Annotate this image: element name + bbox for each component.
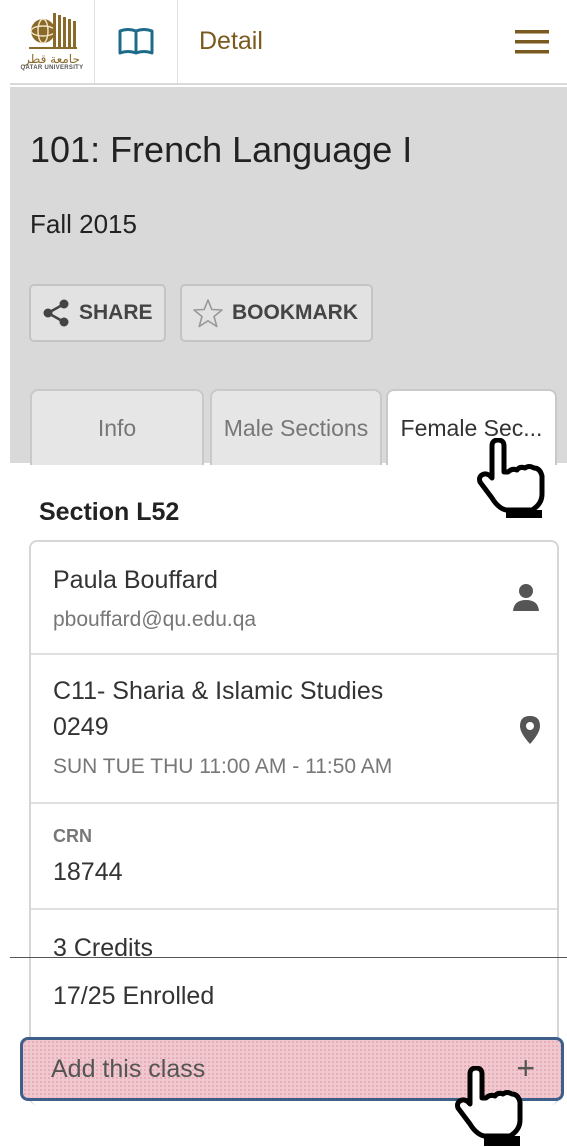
share-label: SHARE bbox=[79, 301, 153, 324]
tab-male-sections[interactable]: Male Sections bbox=[210, 389, 382, 465]
bookmark-label: BOOKMARK bbox=[232, 301, 358, 324]
pointer-hand-icon bbox=[477, 438, 545, 518]
page-title: Detail bbox=[199, 27, 263, 55]
location-room: 0249 bbox=[53, 713, 109, 741]
crn-value: 18744 bbox=[53, 858, 123, 886]
person-icon bbox=[513, 584, 539, 611]
menu-button[interactable] bbox=[497, 0, 567, 83]
logo-english-text: QATAR UNIVERSITY bbox=[20, 65, 84, 71]
hamburger-menu-icon bbox=[515, 29, 549, 53]
share-icon bbox=[43, 299, 69, 327]
course-term: Fall 2015 bbox=[30, 209, 137, 239]
instructor-row[interactable]: Paula Bouffard pbouffard@qu.edu.qa bbox=[31, 542, 557, 655]
edge-strip bbox=[0, 0, 10, 1105]
credits: 3 Credits bbox=[53, 934, 154, 962]
divider bbox=[10, 957, 567, 958]
section-heading: Section L52 bbox=[39, 498, 180, 526]
map-marker-icon bbox=[520, 716, 540, 744]
crn-row: CRN 18744 bbox=[31, 804, 557, 910]
enrolled-count: 17/25 Enrolled bbox=[53, 982, 215, 1010]
bookmark-button[interactable]: BOOKMARK bbox=[180, 284, 373, 342]
location-building: C11- Sharia & Islamic Studies bbox=[53, 677, 384, 705]
tab-info[interactable]: Info bbox=[30, 389, 204, 465]
schedule: SUN TUE THU 11:00 AM - 11:50 AM bbox=[53, 755, 393, 778]
pointer-hand-icon bbox=[455, 1066, 523, 1146]
book-button[interactable] bbox=[95, 0, 178, 83]
logo[interactable]: جامعة قطر QATAR UNIVERSITY bbox=[10, 0, 95, 83]
star-icon bbox=[193, 299, 223, 328]
course-header: 101: French Language I Fall 2015 SHARE B… bbox=[10, 87, 567, 465]
location-row[interactable]: C11- Sharia & Islamic Studies 0249 SUN T… bbox=[31, 655, 557, 804]
qatar-university-logo-icon bbox=[29, 13, 77, 49]
course-title: 101: French Language I bbox=[30, 129, 413, 170]
logo-arabic-text: جامعة قطر bbox=[24, 52, 80, 66]
enrolled-row: 17/25 Enrolled bbox=[31, 960, 557, 1042]
app-header: جامعة قطر QATAR UNIVERSITY Detail bbox=[10, 0, 567, 85]
share-button[interactable]: SHARE bbox=[29, 284, 166, 342]
section-card: Paula Bouffard pbouffard@qu.edu.qa C11- … bbox=[29, 540, 559, 1105]
instructor-name: Paula Bouffard bbox=[53, 566, 218, 594]
instructor-email: pbouffard@qu.edu.qa bbox=[53, 608, 257, 631]
crn-label: CRN bbox=[53, 826, 92, 846]
book-icon bbox=[118, 27, 154, 54]
add-class-label: Add this class bbox=[51, 1054, 206, 1083]
